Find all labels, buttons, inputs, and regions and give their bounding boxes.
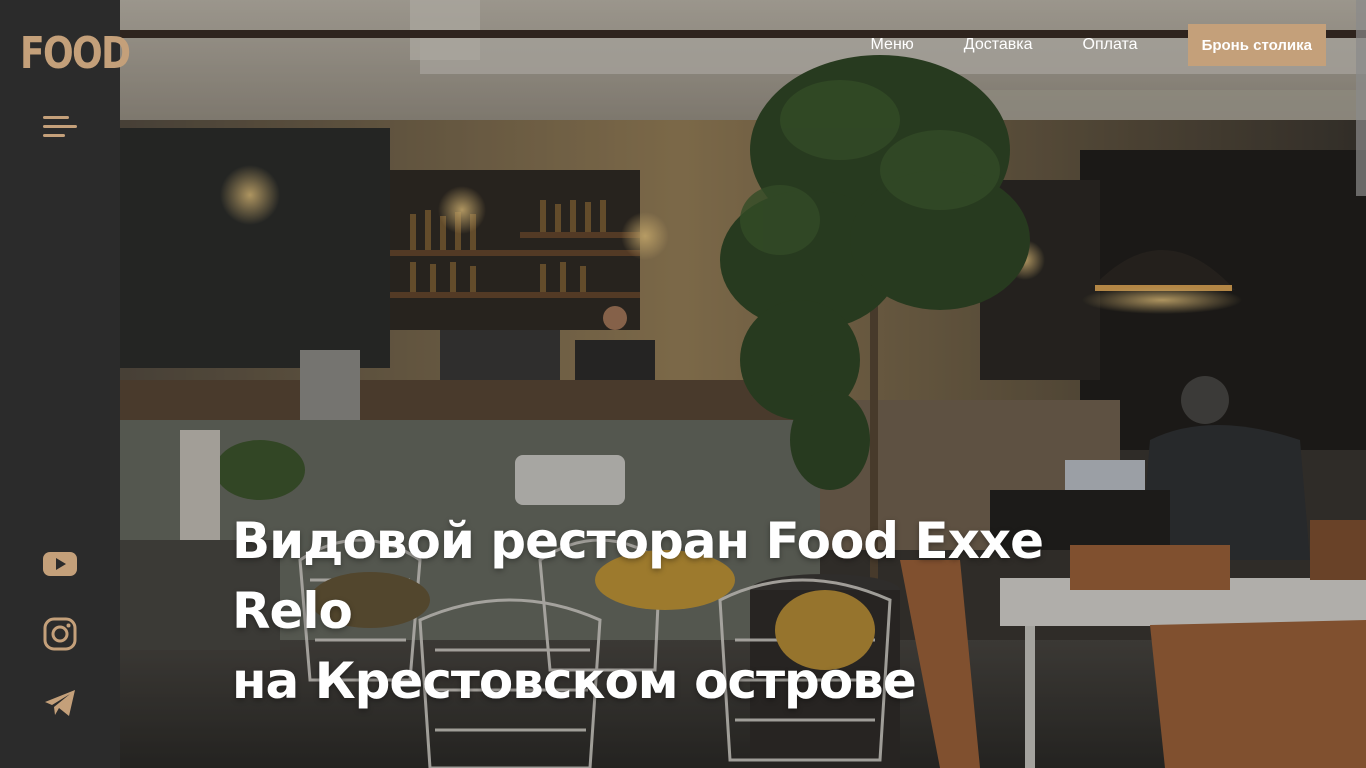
top-navigation: Меню Доставка Оплата Бронь столика	[871, 24, 1326, 66]
hero-title-line-1: Видовой ресторан Food Exxe Relo	[232, 512, 1044, 640]
nav-link-delivery[interactable]: Доставка	[964, 36, 1033, 54]
sidebar: FOOD	[0, 0, 131, 768]
logo[interactable]: FOOD	[20, 28, 131, 80]
hero-section: Меню Доставка Оплата Бронь столика Видов…	[120, 0, 1366, 768]
nav-link-menu[interactable]: Меню	[871, 36, 914, 54]
telegram-icon[interactable]	[40, 683, 80, 723]
hero-title: Видовой ресторан Food Exxe Relo на Крест…	[232, 506, 1132, 716]
nav-link-payment[interactable]: Оплата	[1083, 36, 1138, 54]
logo-text: FOOD	[20, 28, 131, 79]
hamburger-icon[interactable]	[43, 114, 77, 140]
instagram-icon[interactable]	[40, 614, 80, 654]
scrollbar[interactable]	[1356, 0, 1366, 768]
youtube-icon[interactable]	[40, 544, 80, 584]
scrollbar-thumb[interactable]	[1356, 0, 1366, 196]
hero-title-line-2: на Крестовском острове	[232, 652, 917, 710]
book-table-button[interactable]: Бронь столика	[1187, 24, 1326, 66]
